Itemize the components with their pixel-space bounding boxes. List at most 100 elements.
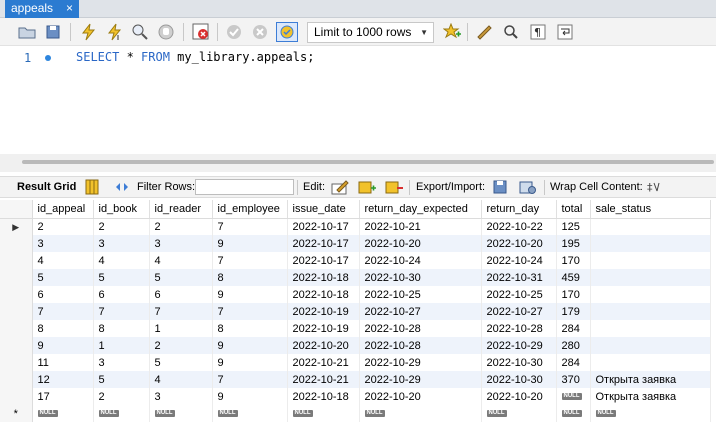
cell-return-day-expected[interactable]: 2022-10-25 [359,286,482,303]
cell-issue-date[interactable]: 2022-10-19 [287,303,360,320]
delete-row-icon[interactable] [385,179,403,195]
cell-id-appeal[interactable]: 8 [32,320,94,337]
cell-id-book[interactable]: 2 [93,388,150,405]
explain-icon[interactable] [129,22,151,42]
cell-id-employee[interactable]: 9 [212,235,288,252]
cell-return-day[interactable]: 2022-10-27 [481,303,557,320]
new-cell-id-appeal[interactable]: NULL [32,405,94,422]
editor-horizontal-scrollbar[interactable] [0,154,716,172]
cell-total[interactable]: 280 [556,337,591,354]
cell-id-reader[interactable]: 6 [149,286,213,303]
table-row[interactable]: 6 6 6 9 2022-10-18 2022-10-25 2022-10-25 170 [0,286,711,303]
cell-id-appeal[interactable]: 3 [32,235,94,252]
cell-id-employee[interactable]: 7 [212,218,288,235]
invisibles-icon[interactable]: ¶ [527,22,549,42]
column-header-total[interactable]: total [556,200,591,219]
execute-current-icon[interactable] [103,22,125,42]
column-header-id-reader[interactable]: id_reader [149,200,213,219]
table-row[interactable]: 11 3 5 9 2022-10-21 2022-10-29 2022-10-30 284 [0,354,711,371]
cell-return-day[interactable]: 2022-10-31 [481,269,557,286]
new-cell-id-reader[interactable]: NULL [149,405,213,422]
row-header[interactable] [0,388,33,405]
cell-id-reader[interactable]: 2 [149,337,213,354]
cell-sale-status[interactable] [590,218,711,235]
cell-id-reader[interactable]: 4 [149,371,213,388]
edit-row-icon[interactable] [331,179,349,195]
open-folder-icon[interactable] [16,22,38,42]
cell-id-appeal[interactable]: 5 [32,269,94,286]
cell-sale-status[interactable] [590,252,711,269]
table-row[interactable]: 7 7 7 7 2022-10-19 2022-10-27 2022-10-27 179 [0,303,711,320]
cell-return-day[interactable]: 2022-10-30 [481,354,557,371]
cell-return-day[interactable]: 2022-10-20 [481,388,557,405]
cell-total[interactable]: 195 [556,235,591,252]
cell-id-employee[interactable]: 9 [212,286,288,303]
cell-id-employee[interactable]: 9 [212,388,288,405]
refresh-icon[interactable] [113,179,131,195]
cell-return-day[interactable]: 2022-10-29 [481,337,557,354]
column-header-return-day-expected[interactable]: return_day_expected [359,200,482,219]
row-header[interactable] [0,269,33,286]
row-header[interactable] [0,252,33,269]
wrap-cell-icon[interactable]: ‡ [645,179,663,195]
table-row[interactable]: 5 5 5 8 2022-10-18 2022-10-30 2022-10-31 459 [0,269,711,286]
cell-issue-date[interactable]: 2022-10-21 [287,354,360,371]
cell-sale-status[interactable] [590,269,711,286]
cell-id-reader[interactable]: 2 [149,218,213,235]
tab-appeals[interactable]: appeals × [5,0,79,18]
cell-return-day-expected[interactable]: 2022-10-21 [359,218,482,235]
sql-code[interactable]: SELECT * FROM my_library.appeals; [76,50,314,64]
grid-layout-icon[interactable] [84,179,102,195]
table-row[interactable]: 9 1 2 9 2022-10-20 2022-10-28 2022-10-29 280 [0,337,711,354]
cell-id-reader[interactable]: 5 [149,354,213,371]
cell-id-appeal[interactable]: 12 [32,371,94,388]
cell-id-book[interactable]: 2 [93,218,150,235]
save-icon[interactable] [42,22,64,42]
cell-id-employee[interactable]: 7 [212,303,288,320]
cell-issue-date[interactable]: 2022-10-18 [287,388,360,405]
cell-id-reader[interactable]: 7 [149,303,213,320]
cell-id-appeal[interactable]: 17 [32,388,94,405]
toggle-error-icon[interactable] [190,22,212,42]
stop-icon[interactable] [155,22,177,42]
cell-sale-status[interactable] [590,286,711,303]
table-row[interactable]: 3 3 3 9 2022-10-17 2022-10-20 2022-10-20 195 [0,235,711,252]
cell-total[interactable]: 170 [556,286,591,303]
cell-id-book[interactable]: 4 [93,252,150,269]
cell-issue-date[interactable]: 2022-10-18 [287,269,360,286]
cell-id-book[interactable]: 3 [93,235,150,252]
column-header-id-appeal[interactable]: id_appeal [32,200,94,219]
rollback-icon[interactable] [249,22,271,42]
insert-row-icon[interactable] [358,179,376,195]
beautify-icon[interactable] [474,22,496,42]
commit-icon[interactable] [223,22,245,42]
cell-id-appeal[interactable]: 2 [32,218,94,235]
cell-return-day[interactable]: 2022-10-30 [481,371,557,388]
column-header-issue-date[interactable]: issue_date [287,200,360,219]
cell-id-employee[interactable]: 7 [212,252,288,269]
cell-id-appeal[interactable]: 6 [32,286,94,303]
table-row[interactable]: 17 2 3 9 2022-10-18 2022-10-20 2022-10-20 NULL О… [0,388,711,405]
cell-return-day-expected[interactable]: 2022-10-28 [359,337,482,354]
row-header[interactable]: ▶ [0,218,33,235]
cell-return-day[interactable]: 2022-10-20 [481,235,557,252]
cell-return-day[interactable]: 2022-10-24 [481,252,557,269]
cell-id-reader[interactable]: 1 [149,320,213,337]
cell-id-book[interactable]: 7 [93,303,150,320]
cell-id-book[interactable]: 1 [93,337,150,354]
new-cell-issue-date[interactable]: NULL [287,405,360,422]
column-header-id-book[interactable]: id_book [93,200,150,219]
new-cell-total[interactable]: NULL [556,405,591,422]
cell-id-employee[interactable]: 8 [212,269,288,286]
cell-return-day-expected[interactable]: 2022-10-28 [359,320,482,337]
cell-total[interactable]: 125 [556,218,591,235]
cell-total[interactable]: 170 [556,252,591,269]
cell-id-book[interactable]: 8 [93,320,150,337]
filter-rows-input[interactable] [195,179,294,195]
import-icon[interactable] [519,179,537,195]
cell-sale-status[interactable] [590,320,711,337]
cell-total[interactable]: 284 [556,354,591,371]
table-row[interactable]: ▶ 2 2 2 7 2022-10-17 2022-10-21 2022-10-22 125 [0,218,711,235]
new-cell-return-day-expected[interactable]: NULL [359,405,482,422]
cell-id-book[interactable]: 3 [93,354,150,371]
